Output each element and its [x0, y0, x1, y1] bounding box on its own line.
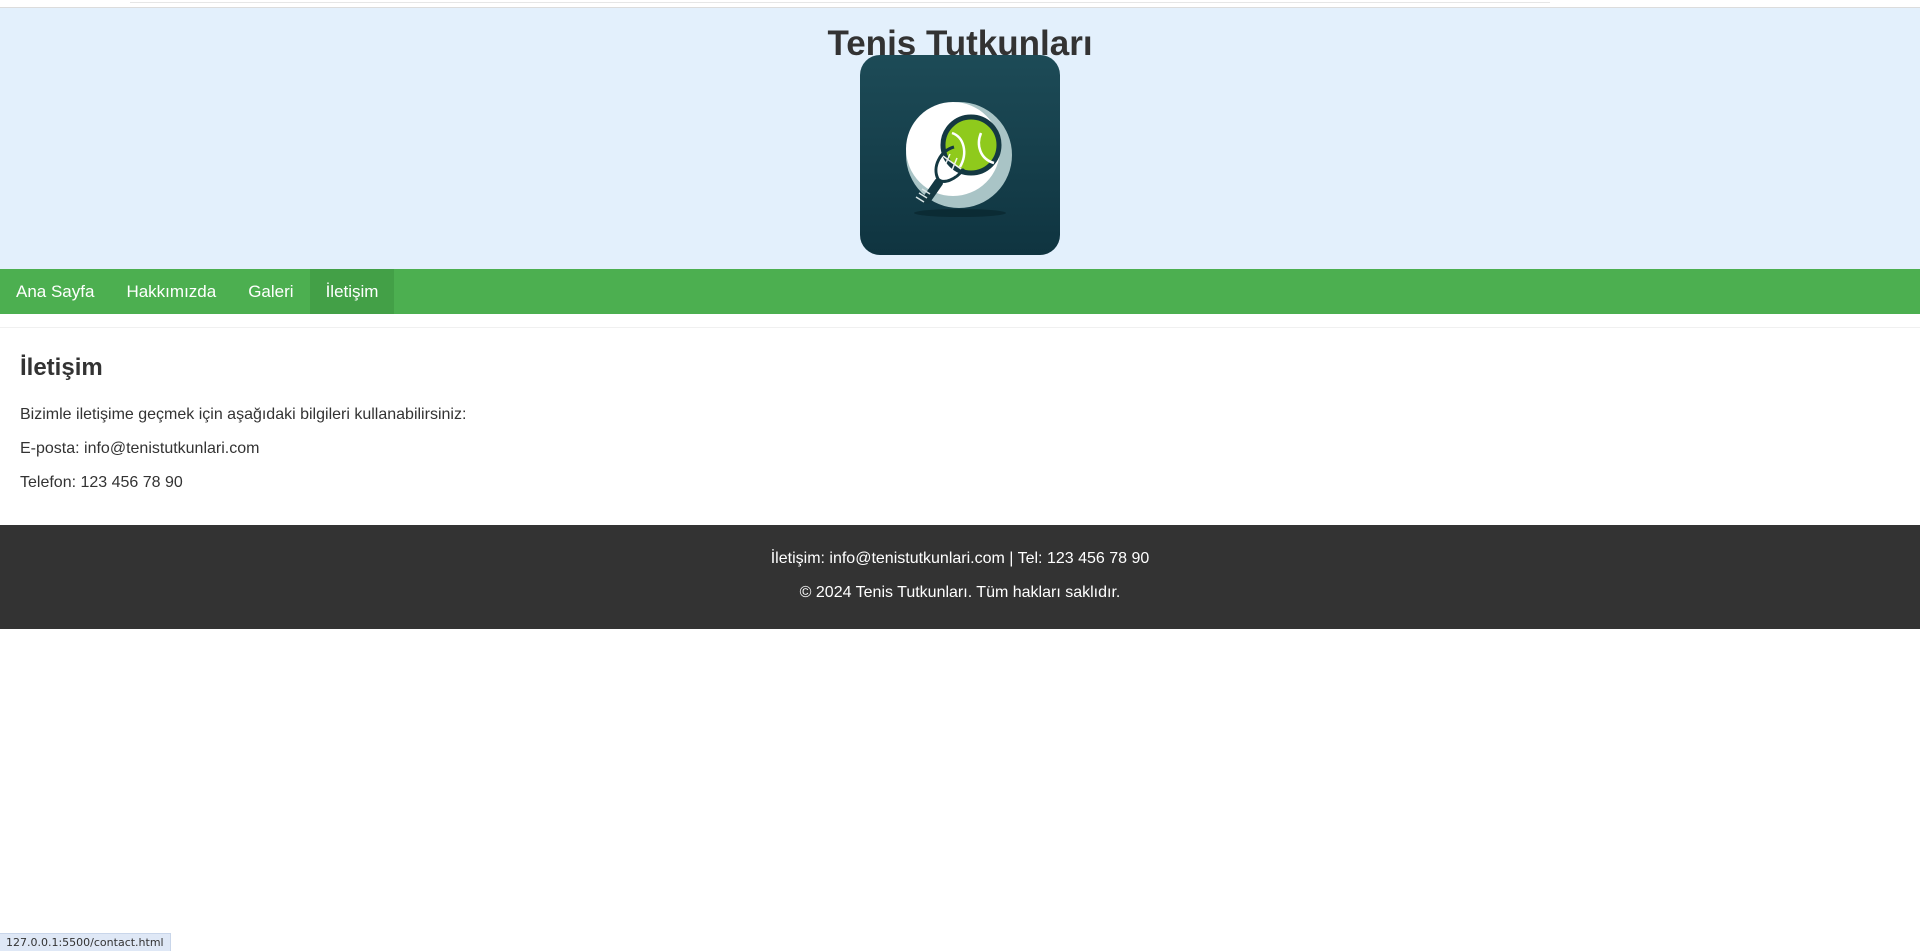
main-content: İletişim Bizimle iletişime geçmek için a… — [20, 338, 1900, 500]
contact-email: E-posta: info@tenistutkunlari.com — [20, 440, 260, 457]
content-divider — [0, 327, 1920, 328]
nav-item-galeri[interactable]: Galeri — [232, 269, 309, 314]
nav-item-ana-sayfa[interactable]: Ana Sayfa — [0, 269, 110, 314]
main-nav: Ana Sayfa Hakkımızda Galeri İletişim — [0, 269, 1920, 314]
footer-contact: İletişim: info@tenistutkunlari.com | Tel… — [770, 550, 1150, 567]
status-bar-url: 127.0.0.1:5500/contact.html — [0, 933, 171, 951]
site-footer: İletişim: info@tenistutkunlari.com | Tel… — [0, 525, 1920, 629]
browser-top-strip — [0, 0, 1920, 8]
site-header: Tenis Tutkunları — [0, 8, 1920, 269]
footer-copyright: © 2024 Tenis Tutkunları. Tüm hakları sak… — [799, 584, 1121, 601]
tennis-racket-ball-icon — [906, 102, 1012, 217]
page-title: İletişim — [20, 354, 103, 381]
top-strip-line — [130, 0, 1550, 3]
nav-item-iletisim[interactable]: İletişim — [309, 269, 395, 314]
nav-item-hakkimizda[interactable]: Hakkımızda — [110, 269, 232, 314]
site-logo — [860, 55, 1060, 255]
contact-phone: Telefon: 123 456 78 90 — [20, 474, 183, 491]
contact-intro: Bizimle iletişime geçmek için aşağıdaki … — [20, 406, 467, 423]
